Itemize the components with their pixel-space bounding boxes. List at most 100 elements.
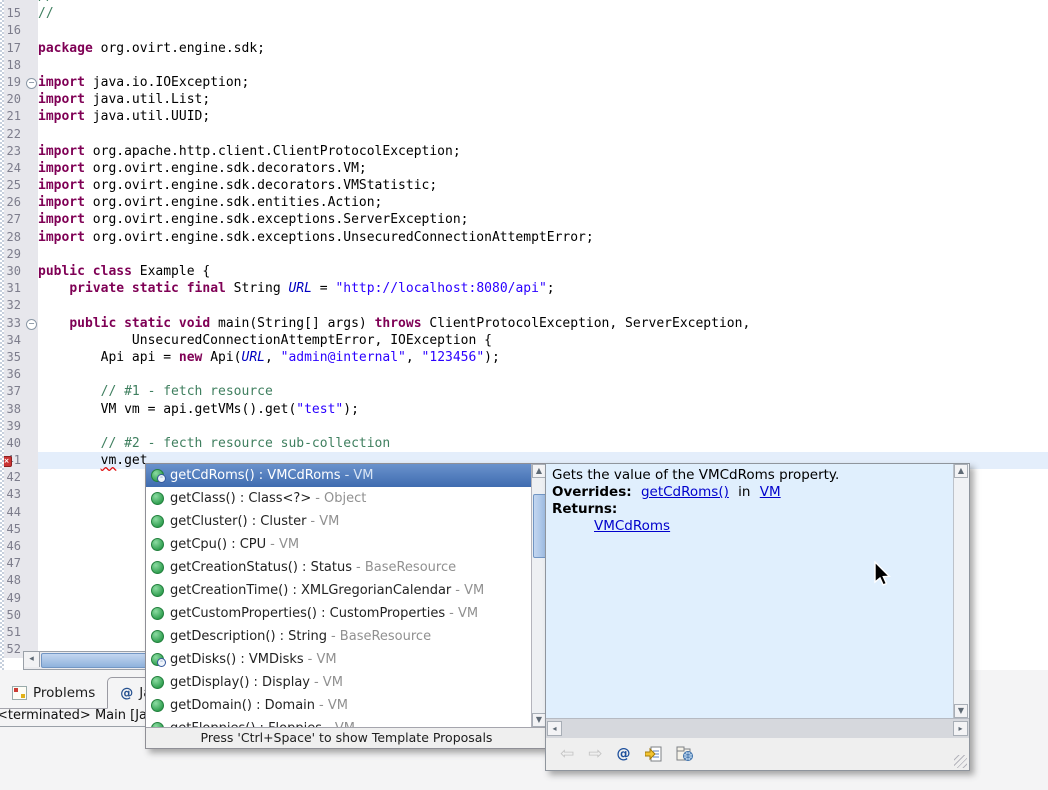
code-line[interactable]: 40 // #2 - fecth resource sub-collection — [0, 435, 1048, 452]
problems-icon — [12, 686, 27, 700]
completion-label: getClass() : Class<?> — [170, 491, 311, 506]
annotation-ruler — [0, 0, 4, 670]
javadoc-returns-line: VMCdRoms — [552, 518, 948, 535]
code-line[interactable]: 27import org.ovirt.engine.sdk.exceptions… — [0, 211, 1048, 228]
overrides-in-text: in — [738, 484, 750, 500]
javadoc-returns-label-line: Returns: — [552, 501, 948, 518]
completion-item[interactable]: getCluster() : Cluster- VM — [146, 510, 532, 533]
code-line[interactable]: 19−import java.io.IOException; — [0, 74, 1048, 91]
returns-type-link[interactable]: VMCdRoms — [594, 518, 670, 534]
override-decorator-icon: ◦ — [157, 658, 166, 667]
javadoc-toolbar: ⇦ ⇨ @ — [546, 738, 969, 770]
scroll-down-icon[interactable]: ▼ — [954, 704, 968, 718]
code-line[interactable]: 25import org.ovirt.engine.sdk.decorators… — [0, 177, 1048, 194]
code-line[interactable]: 32 — [0, 297, 1048, 314]
fold-margin — [25, 383, 38, 400]
show-attached-javadoc-icon[interactable]: @ — [617, 746, 631, 762]
overrides-method-link[interactable]: getCdRoms() — [641, 484, 729, 500]
code-line[interactable]: 17package org.ovirt.engine.sdk; — [0, 40, 1048, 57]
public-method-icon — [151, 515, 164, 528]
code-line[interactable]: 34 UnsecuredConnectionAttemptError, IOEx… — [0, 332, 1048, 349]
scroll-up-icon[interactable]: ▲ — [954, 464, 968, 478]
scroll-left-icon[interactable]: ◂ — [24, 652, 40, 667]
forward-icon[interactable]: ⇨ — [588, 746, 602, 763]
fold-margin — [25, 177, 38, 194]
content-assist-popup: ◦getCdRoms() : VMCdRoms- VMgetClass() : … — [145, 463, 548, 749]
completion-item[interactable]: getCreationStatus() : Status- BaseResour… — [146, 556, 532, 579]
fold-margin — [25, 91, 38, 108]
resize-grip[interactable] — [954, 755, 967, 768]
code-text: public class Example { — [38, 263, 1048, 280]
fold-margin — [25, 57, 38, 74]
code-line[interactable]: 24import org.ovirt.engine.sdk.decorators… — [0, 160, 1048, 177]
completion-item[interactable]: getDescription() : String- BaseResource — [146, 625, 532, 648]
overrides-label: Overrides: — [552, 484, 632, 500]
scroll-down-icon[interactable]: ▼ — [532, 713, 546, 727]
code-text: import org.ovirt.engine.sdk.decorators.V… — [38, 160, 1048, 177]
completion-origin: - VM — [314, 675, 343, 690]
overrides-class-link[interactable]: VM — [760, 484, 781, 500]
javadoc-horizontal-scrollbar[interactable]: ◂ ▸ — [546, 718, 969, 739]
completion-origin: - VM — [308, 652, 337, 667]
code-line[interactable]: 39 — [0, 418, 1048, 435]
completion-item[interactable]: getCustomProperties() : CustomProperties… — [146, 602, 532, 625]
code-line[interactable]: 29 — [0, 246, 1048, 263]
scroll-left-icon[interactable]: ◂ — [547, 721, 562, 736]
fold-margin — [25, 504, 38, 521]
completion-item[interactable]: getClass() : Class<?> - Object — [146, 487, 532, 510]
code-text: import org.apache.http.client.ClientProt… — [38, 143, 1048, 160]
code-line[interactable]: 26import org.ovirt.engine.sdk.entities.A… — [0, 194, 1048, 211]
completion-item[interactable]: getCpu() : CPU- VM — [146, 533, 532, 556]
fold-margin — [25, 486, 38, 503]
scroll-up-icon[interactable]: ▲ — [532, 464, 546, 478]
code-line[interactable]: 22 — [0, 126, 1048, 143]
fold-collapse-icon[interactable]: − — [25, 315, 38, 332]
fold-margin — [25, 469, 38, 486]
returns-label: Returns: — [552, 501, 617, 517]
code-text: import org.ovirt.engine.sdk.entities.Act… — [38, 194, 1048, 211]
code-line[interactable]: 20import java.util.List; — [0, 91, 1048, 108]
completion-origin: - Object — [315, 491, 366, 506]
completion-label: getDisks() : VMDisks — [170, 652, 304, 667]
completion-item[interactable]: getFloppies() : Floppies- VM — [146, 717, 532, 727]
code-line[interactable]: 15// — [0, 5, 1048, 22]
code-line[interactable]: 38 VM vm = api.getVMs().get("test"); — [0, 401, 1048, 418]
open-in-browser-icon[interactable] — [676, 746, 694, 762]
back-icon[interactable]: ⇦ — [560, 746, 574, 763]
code-line[interactable]: 35 Api api = new Api(URL, "admin@interna… — [0, 349, 1048, 366]
fold-margin — [25, 194, 38, 211]
code-text: // #2 - fecth resource sub-collection — [38, 435, 1048, 452]
completion-list[interactable]: ◦getCdRoms() : VMCdRoms- VMgetClass() : … — [146, 464, 532, 727]
code-line[interactable]: 37 // #1 - fetch resource — [0, 383, 1048, 400]
completion-item[interactable]: getDisplay() : Display- VM — [146, 671, 532, 694]
completion-item[interactable]: ◦getCdRoms() : VMCdRoms- VM — [146, 464, 532, 487]
completion-item[interactable]: getCreationTime() : XMLGregorianCalendar… — [146, 579, 532, 602]
code-text: package org.ovirt.engine.sdk; — [38, 40, 1048, 57]
code-line[interactable]: 30public class Example { — [0, 263, 1048, 280]
code-line[interactable]: 36 — [0, 366, 1048, 383]
scroll-right-icon[interactable]: ▸ — [953, 721, 968, 736]
javadoc-vertical-scrollbar[interactable]: ▲ ▼ — [953, 464, 969, 718]
javadoc-hover-panel: Gets the value of the VMCdRoms property.… — [545, 463, 970, 771]
code-line[interactable]: 23import org.apache.http.client.ClientPr… — [0, 143, 1048, 160]
public-method-icon — [151, 561, 164, 574]
tab-problems[interactable]: Problems — [0, 678, 107, 708]
fold-margin — [25, 5, 38, 22]
completion-label: getCpu() : CPU — [170, 537, 266, 552]
show-in-javadoc-view-icon[interactable] — [645, 746, 662, 762]
code-line[interactable]: 28import org.ovirt.engine.sdk.exceptions… — [0, 229, 1048, 246]
fold-margin — [25, 108, 38, 125]
code-text: private static final String URL = "http:… — [38, 280, 1048, 297]
completion-item[interactable]: getDomain() : Domain- VM — [146, 694, 532, 717]
code-line[interactable]: 33− public static void main(String[] arg… — [0, 315, 1048, 332]
code-line[interactable]: 21import java.util.UUID; — [0, 108, 1048, 125]
code-line[interactable]: 18 — [0, 57, 1048, 74]
fold-collapse-icon[interactable]: − — [25, 74, 38, 91]
code-line[interactable]: 31 private static final String URL = "ht… — [0, 280, 1048, 297]
javadoc-overrides-line: Overrides: getCdRoms() in VM — [552, 484, 948, 501]
mouse-cursor — [872, 561, 891, 588]
code-line[interactable]: 16 — [0, 22, 1048, 39]
at-icon: @ — [120, 686, 133, 701]
completion-item[interactable]: ◦ getDisks() : VMDisks - VM — [146, 648, 532, 671]
fold-margin — [25, 332, 38, 349]
